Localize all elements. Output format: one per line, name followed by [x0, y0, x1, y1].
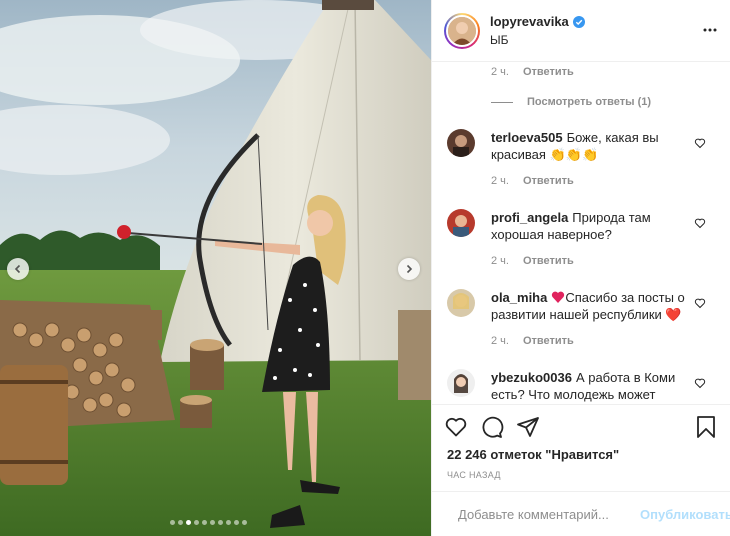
commenter-avatar[interactable]	[447, 209, 475, 237]
reply-button[interactable]: Ответить	[523, 255, 574, 267]
post-photo[interactable]	[0, 0, 431, 536]
comment-text-block: profi_angela Природа там хорошая наверное…	[491, 209, 691, 243]
chevron-left-icon	[14, 264, 21, 274]
reply-button[interactable]: Ответить	[523, 175, 574, 187]
commenter-avatar[interactable]	[447, 289, 475, 317]
post-side-panel: lopyrevavika ЫБ 2 ч. Ответить Посмотреть…	[431, 0, 730, 536]
commenter-username[interactable]: ybezuko0036	[491, 370, 572, 385]
view-replies-label: Посмотреть ответы (1)	[527, 96, 652, 108]
post-header: lopyrevavika ЫБ	[432, 0, 730, 62]
carousel-dot	[218, 520, 223, 525]
post-timestamp[interactable]: ЧАС НАЗАД	[447, 470, 501, 480]
like-comment-heart-icon[interactable]	[694, 297, 706, 309]
comment-time: 2 ч.	[491, 255, 509, 267]
more-options-button[interactable]	[702, 22, 718, 38]
comment-meta: 2 ч. Ответить	[491, 255, 574, 267]
bookmark-icon[interactable]	[694, 415, 718, 439]
like-comment-heart-icon[interactable]	[694, 377, 706, 389]
view-replies-button[interactable]: Посмотреть ответы (1)	[491, 96, 651, 108]
commenter-avatar[interactable]	[447, 129, 475, 157]
carousel-dot	[194, 520, 199, 525]
previous-photo-button[interactable]	[7, 258, 29, 280]
comments-list[interactable]: 2 ч. Ответить Посмотреть ответы (1) terl…	[432, 63, 730, 403]
heart-icon[interactable]	[444, 415, 468, 439]
add-comment-bar: Опубликовать	[432, 491, 730, 536]
carousel-dot	[242, 520, 247, 525]
commenter-avatar[interactable]	[447, 369, 475, 397]
publish-comment-button[interactable]: Опубликовать	[640, 507, 730, 522]
comment-meta: 2 ч. Ответить	[491, 335, 574, 347]
chevron-right-icon	[406, 264, 413, 274]
comment-text-block: ola_miha Спасибо за посты о развитии наше…	[491, 289, 691, 323]
commenter-username[interactable]: terloeva505	[491, 130, 563, 145]
comment-text-block: terloeva505 Боже, какая вы красивая 👏👏👏	[491, 129, 691, 163]
comment-text-block: ybezuko0036 А работа в Коми есть? Что мол…	[491, 369, 691, 403]
commenter-username[interactable]: profi_angela	[491, 210, 568, 225]
comment-item: ola_miha Спасибо за посты о развитии наше…	[447, 287, 730, 357]
verified-badge-icon	[572, 15, 585, 28]
reply-button[interactable]: Ответить	[523, 335, 574, 347]
comment-meta: 2 ч. Ответить	[491, 175, 574, 187]
comment-meta: 2 ч. Ответить	[491, 66, 574, 78]
comment-item: profi_angela Природа там хорошая наверное…	[447, 207, 730, 277]
post-location[interactable]: ЫБ	[490, 33, 585, 47]
carousel-dot-active	[186, 520, 191, 525]
comment-item: terloeva505 Боже, какая вы красивая 👏👏👏 2…	[447, 127, 730, 197]
commenter-username[interactable]: ola_miha	[491, 290, 547, 305]
author-username[interactable]: lopyrevavika	[490, 14, 569, 29]
divider-line	[491, 101, 513, 103]
like-comment-heart-icon[interactable]	[694, 137, 706, 149]
carousel-dot	[226, 520, 231, 525]
carousel-dot	[210, 520, 215, 525]
carousel-indicator	[170, 520, 247, 525]
red-heart-emoji-icon	[552, 291, 565, 303]
carousel-dot	[234, 520, 239, 525]
author-avatar[interactable]	[444, 12, 480, 49]
carousel-dot	[178, 520, 183, 525]
reply-button[interactable]: Ответить	[523, 66, 574, 78]
more-dots-icon	[703, 28, 717, 32]
avatar-image	[448, 16, 476, 45]
next-photo-button[interactable]	[398, 258, 420, 280]
clapping-emoji: 👏👏👏	[549, 147, 599, 162]
comment-time: 2 ч.	[491, 175, 509, 187]
comment-icon[interactable]	[480, 415, 504, 439]
comment-input[interactable]	[458, 507, 634, 522]
carousel-dot	[170, 520, 175, 525]
heart-emoji: ❤️	[665, 307, 682, 322]
carousel-dot	[202, 520, 207, 525]
share-icon[interactable]	[516, 415, 540, 439]
comment-time: 2 ч.	[491, 335, 509, 347]
archery-photo	[0, 0, 431, 536]
action-bar	[444, 413, 718, 441]
comment-time: 2 ч.	[491, 66, 509, 78]
like-comment-heart-icon[interactable]	[694, 217, 706, 229]
likes-count[interactable]: 22 246 отметок "Нравится"	[447, 447, 619, 462]
post-actions: 22 246 отметок "Нравится" ЧАС НАЗАД Опуб…	[432, 404, 730, 536]
comment-item: ybezuko0036 А работа в Коми есть? Что мол…	[447, 367, 730, 403]
